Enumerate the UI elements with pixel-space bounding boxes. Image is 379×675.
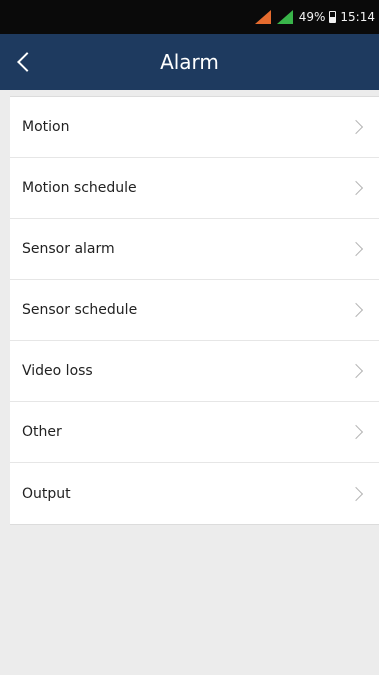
battery-percent: 49% [298,10,326,24]
list-item-video-loss[interactable]: Video loss [10,341,379,402]
battery-icon [329,11,337,23]
signal-orange-icon [254,10,273,24]
list-item-output[interactable]: Output [10,463,379,524]
page-title: Alarm [160,50,219,74]
list-item-sensor-alarm[interactable]: Sensor alarm [10,219,379,280]
list-item-label: Sensor alarm [22,241,115,257]
list-item-motion[interactable]: Motion [10,97,379,158]
alarm-settings-list: Motion Motion schedule Sensor alarm Sens… [10,96,379,525]
list-item-label: Motion [22,119,70,135]
list-item-sensor-schedule[interactable]: Sensor schedule [10,280,379,341]
signal-green-icon [276,10,295,24]
status-icons: 49% 15:14 [254,0,375,34]
list-item-motion-schedule[interactable]: Motion schedule [10,158,379,219]
list-item-label: Video loss [22,363,93,379]
chevron-right-icon [348,486,364,501]
status-bar: 49% 15:14 [0,0,379,34]
app-bar: Alarm [0,34,379,90]
list-item-label: Other [22,424,62,440]
chevron-right-icon [348,241,364,257]
status-time: 15:14 [340,10,375,24]
chevron-right-icon [348,119,364,135]
chevron-right-icon [348,302,364,318]
list-item-label: Motion schedule [22,180,137,196]
list-item-other[interactable]: Other [10,402,379,463]
chevron-right-icon [348,424,364,440]
list-item-label: Output [22,485,71,502]
chevron-right-icon [348,363,364,379]
chevron-right-icon [348,180,364,196]
list-item-label: Sensor schedule [22,302,138,318]
